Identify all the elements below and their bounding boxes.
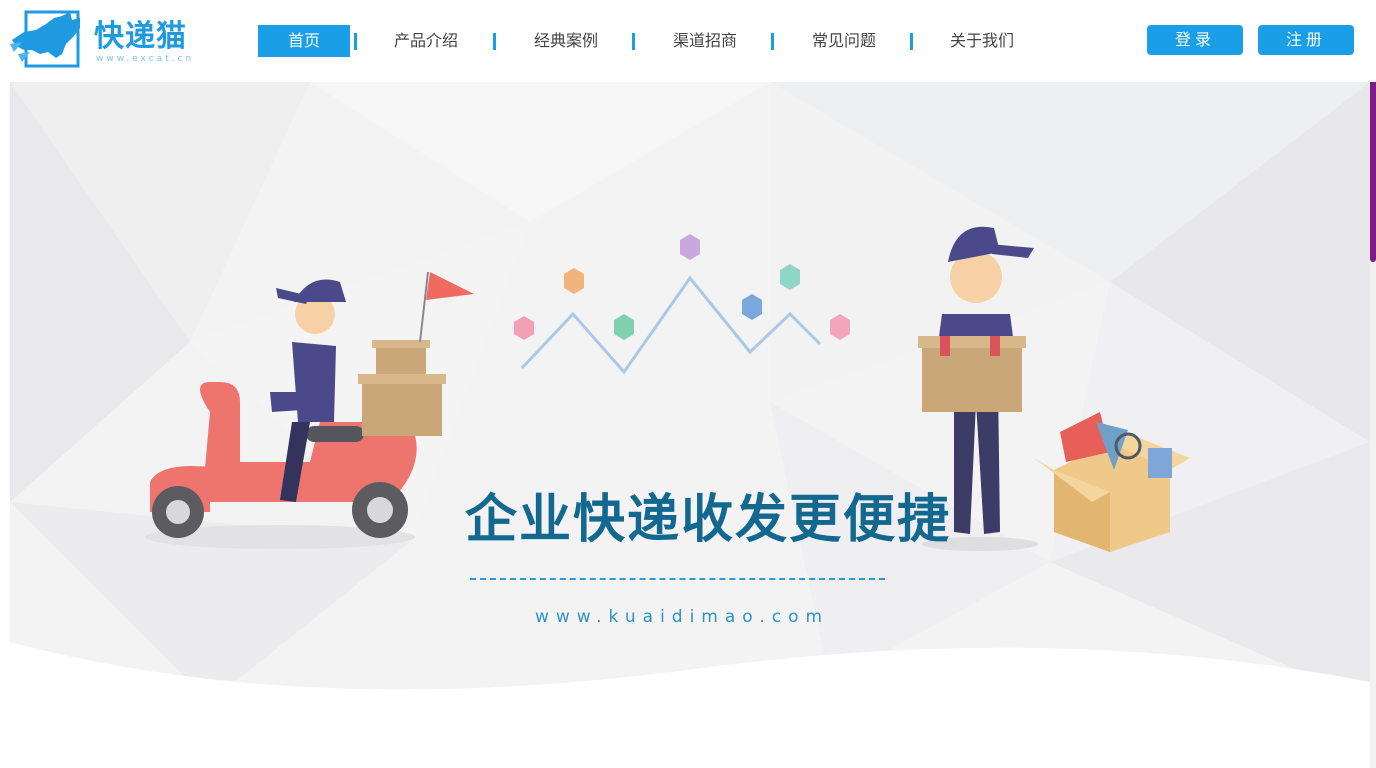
nav-divider [771,33,774,50]
login-button[interactable]: 登录 [1147,25,1243,55]
hero-headline: 企业快递收发更便捷 [465,490,952,550]
nav-divider [354,33,357,50]
nav-item-home[interactable]: 首页 [258,25,350,57]
hero-banner: 企业快递收发更便捷 www.kuaidimao.com [10,82,1370,768]
brand-name: 快递猫 [94,19,187,54]
banner-illustration [10,82,1370,768]
headline-divider [470,578,885,580]
nav-divider [910,33,913,50]
nav-item-about[interactable]: 关于我们 [936,25,1028,57]
brand-domain: www.excat.cn [96,54,195,64]
logo[interactable]: 快递猫 www.excat.cn [10,10,191,70]
cat-logo-icon [10,10,80,68]
nav-divider [493,33,496,50]
nav-divider [632,33,635,50]
top-header: 快递猫 www.excat.cn 首页 产品介绍 经典案例 渠道招商 常见问题 … [0,0,1376,82]
nav-item-products[interactable]: 产品介绍 [380,25,472,57]
nav-item-channels[interactable]: 渠道招商 [659,25,751,57]
page-scrollbar[interactable] [1370,0,1376,768]
nav-item-faq[interactable]: 常见问题 [798,25,890,57]
register-button[interactable]: 注册 [1258,25,1354,55]
hero-url: www.kuaidimao.com [535,607,830,627]
nav-item-cases[interactable]: 经典案例 [520,25,612,57]
